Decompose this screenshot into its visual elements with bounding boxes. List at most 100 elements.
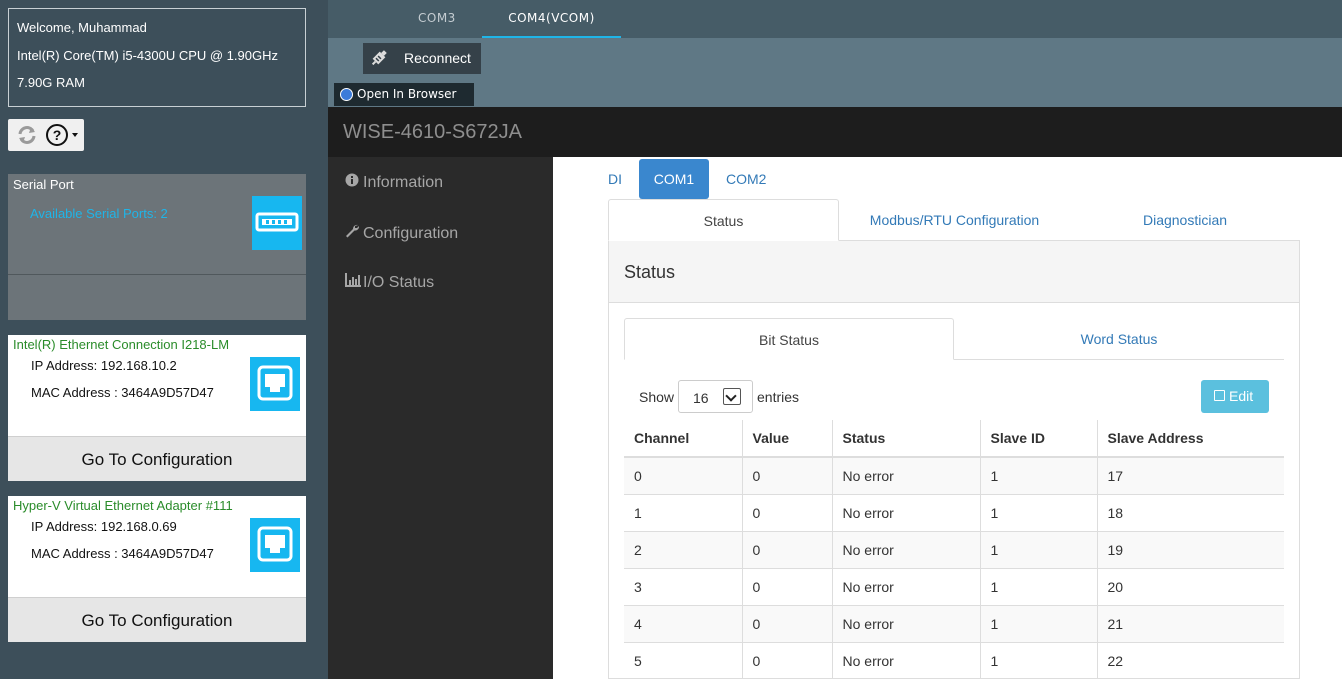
chevron-down-icon xyxy=(723,388,741,405)
table-cell: 1 xyxy=(980,456,1098,494)
entries-value: 16 xyxy=(693,390,709,406)
bar-chart-icon xyxy=(345,273,363,290)
chevron-down-icon[interactable] xyxy=(72,133,78,137)
tab-bit-status[interactable]: Bit Status xyxy=(624,318,954,360)
ethernet-adapter-card: Hyper-V Virtual Ethernet Adapter #111 IP… xyxy=(8,496,306,642)
table-cell: 1 xyxy=(980,641,1098,679)
table-cell: No error xyxy=(832,604,981,642)
table-cell: 1 xyxy=(980,567,1098,605)
mac-address: MAC Address : 3464A9D57D47 xyxy=(31,385,214,400)
tab-com1[interactable]: COM1 xyxy=(639,159,709,199)
ram-text: 7.90G RAM xyxy=(17,75,85,90)
tab-word-status[interactable]: Word Status xyxy=(954,318,1284,360)
menu-item-information[interactable]: Information xyxy=(345,173,443,192)
table-cell: No error xyxy=(832,530,981,568)
cpu-text: Intel(R) Core(TM) i5-4300U CPU @ 1.90GHz xyxy=(17,47,278,63)
table-controls: Show 16 entries Edit xyxy=(639,379,1279,415)
info-icon xyxy=(345,173,363,190)
tab-modbus-rtu-configuration[interactable]: Modbus/RTU Configuration xyxy=(839,199,1070,241)
table-row: 3 0 No error 1 20 xyxy=(624,567,1284,605)
reconnect-button[interactable]: Reconnect xyxy=(363,43,481,74)
adapter-name: Hyper-V Virtual Ethernet Adapter #111 xyxy=(13,498,233,513)
table-row: 2 0 No error 1 19 xyxy=(624,530,1284,568)
browser-bar: Open In Browser xyxy=(328,82,1342,107)
help-icon[interactable]: ? xyxy=(46,124,68,146)
table-row: 5 0 No error 1 22 xyxy=(624,641,1284,679)
serial-port-title: Serial Port xyxy=(13,177,74,192)
main-content: DI COM1 COM2 Status Modbus/RTU Configura… xyxy=(553,157,1342,679)
plug-icon xyxy=(369,48,389,71)
table-cell: 1 xyxy=(980,604,1098,642)
ethernet-adapter-card: Intel(R) Ethernet Connection I218-LM IP … xyxy=(8,335,306,481)
show-label: Show xyxy=(639,389,675,405)
tab-di[interactable]: DI xyxy=(608,159,622,199)
tab-com4-vcom[interactable]: COM4(VCOM) xyxy=(482,0,621,38)
table-cell: 0 xyxy=(742,530,833,568)
table-header-row: Channel Value Status Slave ID Slave Addr… xyxy=(624,420,1284,458)
toolbar: ? xyxy=(8,119,84,151)
menu-item-io-status[interactable]: I/O Status xyxy=(345,273,434,292)
table-row: 4 0 No error 1 21 xyxy=(624,604,1284,642)
open-in-browser-button[interactable]: Open In Browser xyxy=(334,83,474,106)
menu-item-configuration[interactable]: Configuration xyxy=(345,223,458,243)
tab-diagnostician[interactable]: Diagnostician xyxy=(1070,199,1300,241)
ip-address: IP Address: 192.168.0.69 xyxy=(31,519,177,534)
table-cell: 0 xyxy=(742,567,833,605)
ethernet-icon[interactable] xyxy=(250,357,300,411)
table-cell: 5 xyxy=(624,641,743,679)
tab-status[interactable]: Status xyxy=(608,199,839,241)
table-cell: 21 xyxy=(1097,604,1284,642)
column-header[interactable]: Value xyxy=(742,420,833,458)
ip-address: IP Address: 192.168.10.2 xyxy=(31,358,177,373)
column-header[interactable]: Channel xyxy=(624,420,743,458)
table-cell: 1 xyxy=(980,530,1098,568)
device-title: WISE-4610-S672JA xyxy=(343,121,522,143)
adapter-name: Intel(R) Ethernet Connection I218-LM xyxy=(13,337,230,352)
menu-label: Information xyxy=(363,174,444,191)
available-serial-ports-link[interactable]: Available Serial Ports: 2 xyxy=(30,206,168,221)
column-header[interactable]: Status xyxy=(832,420,981,458)
menu-label: I/O Status xyxy=(363,274,435,291)
mac-address: MAC Address : 3464A9D57D47 xyxy=(31,546,214,561)
table-cell: 3 xyxy=(624,567,743,605)
panel-header: Status xyxy=(609,241,1299,303)
side-menu: Information Configuration I/O Status xyxy=(328,157,553,679)
panel-title: Status xyxy=(624,262,676,282)
go-to-configuration-button[interactable]: Go To Configuration xyxy=(8,597,306,642)
left-panel: Welcome, Muhammad Intel(R) Core(TM) i5-4… xyxy=(0,0,328,679)
table-cell: No error xyxy=(832,641,981,679)
status-panel: Status Bit Status Word Status Show 16 en… xyxy=(608,241,1300,679)
table-cell: 0 xyxy=(742,604,833,642)
refresh-icon[interactable] xyxy=(16,124,38,149)
sub-tab-bar: Status Modbus/RTU Configuration Diagnost… xyxy=(608,199,1300,241)
welcome-text: Welcome, Muhammad xyxy=(17,20,147,35)
table-cell: 1 xyxy=(624,493,743,531)
table-cell: 0 xyxy=(742,456,833,494)
tab-com2[interactable]: COM2 xyxy=(726,159,766,199)
entries-label: entries xyxy=(757,389,800,405)
edit-icon xyxy=(1214,390,1225,401)
port-tab-bar: COM3 COM4(VCOM) xyxy=(328,0,1342,38)
table-cell: 19 xyxy=(1097,530,1284,568)
device-header: WISE-4610-S672JA xyxy=(328,107,1342,157)
go-to-configuration-button[interactable]: Go To Configuration xyxy=(8,436,306,481)
column-header[interactable]: Slave Address xyxy=(1097,420,1284,458)
globe-icon xyxy=(340,88,353,101)
entries-select[interactable]: 16 xyxy=(678,380,753,413)
table-cell: 0 xyxy=(742,493,833,531)
tab-com3[interactable]: COM3 xyxy=(418,0,456,38)
table-cell: 22 xyxy=(1097,641,1284,679)
table-cell: 2 xyxy=(624,530,743,568)
table-cell: 1 xyxy=(980,493,1098,531)
table-cell: 17 xyxy=(1097,456,1284,494)
edit-button[interactable]: Edit xyxy=(1201,380,1269,413)
table-cell: 0 xyxy=(742,641,833,679)
column-header[interactable]: Slave ID xyxy=(980,420,1098,458)
system-info-box: Welcome, Muhammad Intel(R) Core(TM) i5-4… xyxy=(8,8,306,107)
ethernet-icon[interactable] xyxy=(250,518,300,572)
reconnect-label: Reconnect xyxy=(404,50,471,66)
wrench-icon xyxy=(345,223,363,241)
table-cell: No error xyxy=(832,493,981,531)
table-cell: 4 xyxy=(624,604,743,642)
usb-port-icon[interactable] xyxy=(252,196,302,250)
